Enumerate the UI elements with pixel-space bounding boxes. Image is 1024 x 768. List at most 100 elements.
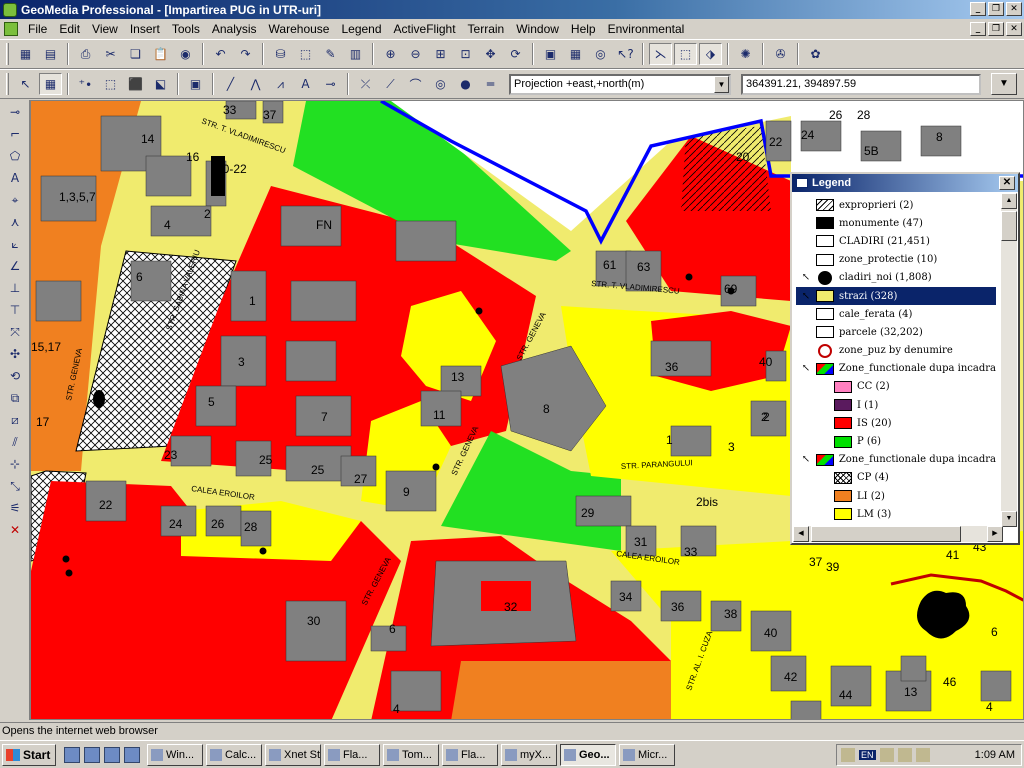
menu-legend[interactable]: Legend [335, 22, 387, 36]
toolbar-button[interactable]: ⧄ [3, 410, 27, 430]
toolbar-button[interactable]: ⤧ [3, 322, 27, 342]
legend-entry[interactable]: I (1) [796, 396, 996, 414]
toolbar-button[interactable]: ⊥ [3, 278, 27, 298]
cut-button[interactable]: ✂ [99, 43, 122, 65]
doc-close-button[interactable]: ✕ [1006, 22, 1022, 36]
geomedia-app-icon[interactable] [3, 2, 17, 17]
undo-button[interactable]: ↶ [209, 43, 232, 65]
toolbar-button[interactable]: ⌒ [404, 73, 427, 95]
toolbar-button[interactable]: ⊹ [3, 454, 27, 474]
menu-insert[interactable]: Insert [124, 22, 166, 36]
toolbar-button[interactable]: A [294, 73, 317, 95]
toolbar-button[interactable]: ⤡ [3, 476, 27, 496]
legend-entry[interactable]: zone_puz by denumire [796, 342, 996, 360]
legend-entry[interactable]: ↖ strazi (328) [796, 286, 996, 306]
quicklaunch-desktop-icon[interactable] [64, 746, 80, 763]
taskbar-task-button[interactable]: Calc... [206, 743, 262, 766]
legend-entry[interactable]: CLADIRI (21,451) [796, 232, 996, 250]
legend-entry[interactable]: ↖ cladiri_noi (1,808) [796, 269, 996, 287]
toolbar-button[interactable]: ✣ [3, 344, 27, 364]
scroll-thumb[interactable] [1001, 211, 1017, 241]
toolbar-button[interactable]: ⬚ [674, 43, 697, 65]
tray-app-icon[interactable] [915, 748, 930, 762]
zoom-area-button[interactable]: ⊞ [429, 43, 452, 65]
pan-button[interactable]: ✥ [479, 43, 502, 65]
legend-entry[interactable]: CC (2) [796, 378, 996, 396]
taskbar-task-button[interactable]: Xnet St... [265, 743, 321, 766]
speaker-icon[interactable] [841, 748, 855, 762]
tray-app-icon[interactable] [879, 748, 894, 762]
legend-entry[interactable]: P (6) [796, 432, 996, 450]
zone-li-bottom[interactable] [451, 661, 671, 720]
legend-horizontal-scrollbar[interactable]: ◀ ▶ [793, 526, 1003, 542]
toolbar-button[interactable]: ⋀ [244, 73, 267, 95]
taskbar-task-button[interactable]: Tom... [383, 743, 439, 766]
select-pointer-button[interactable]: ↖ [14, 73, 37, 95]
legend-entry[interactable]: exproprieri (2) [796, 196, 996, 214]
zoom-in-button[interactable]: ⊕ [379, 43, 402, 65]
scroll-right-button[interactable]: ▶ [987, 526, 1003, 542]
toolbar-button[interactable]: ⧉ [3, 388, 27, 408]
scroll-thumb[interactable] [811, 526, 961, 542]
legend-title-bar[interactable]: Legend [792, 174, 1018, 192]
toolbar-button[interactable]: ⟋ [379, 73, 402, 95]
document-icon[interactable] [4, 22, 18, 36]
redo-button[interactable]: ↷ [234, 43, 257, 65]
scroll-down-button[interactable]: ▼ [1001, 511, 1017, 527]
toolbar-button[interactable]: ● [454, 73, 477, 95]
language-indicator[interactable]: EN [859, 750, 876, 760]
attributes-button[interactable]: ▦ [564, 43, 587, 65]
toolbar-button[interactable]: ⩘ [269, 73, 292, 95]
taskbar-task-button[interactable]: Fla... [442, 743, 498, 766]
toolbar-button[interactable]: ✎ [319, 43, 342, 65]
toolbar-button[interactable]: ▦ [14, 43, 37, 65]
zone-exproprieri[interactable] [681, 126, 771, 211]
toolbar-button[interactable]: ⬚ [294, 43, 317, 65]
menu-activeflight[interactable]: ActiveFlight [388, 22, 462, 36]
whats-this-button[interactable]: ↖? [614, 43, 637, 65]
toolbar-button[interactable]: ◎ [429, 73, 452, 95]
menu-analysis[interactable]: Analysis [206, 22, 263, 36]
toolbar-button[interactable]: ⟲ [3, 366, 27, 386]
legend-entry[interactable]: LM (3) [796, 505, 996, 523]
legend-vertical-scrollbar[interactable]: ▲ ▼ [1001, 193, 1017, 527]
toolbar-button[interactable]: ✿ [804, 43, 827, 65]
close-button[interactable]: ✕ [1006, 2, 1022, 16]
quicklaunch-browser-icon[interactable] [84, 746, 100, 763]
toolbar-button[interactable]: ╱ [219, 73, 242, 95]
properties-button[interactable]: ▣ [539, 43, 562, 65]
quicklaunch-media-icon[interactable] [124, 746, 140, 763]
restore-button[interactable]: ❐ [988, 2, 1004, 16]
toolbar-button[interactable]: ⚟ [3, 498, 27, 518]
title-bar[interactable]: GeoMedia Professional - [Impartirea PUG … [0, 0, 1024, 19]
toolbar-button[interactable]: ⬚ [99, 73, 122, 95]
taskbar-task-button[interactable]: Micr... [619, 743, 675, 766]
toolbar-button[interactable]: ⬗ [699, 43, 722, 65]
toolbar-button[interactable]: ⫽ [3, 432, 27, 452]
toolbar-button[interactable]: ⬛ [124, 73, 147, 95]
coordinate-dropdown-button[interactable]: ▼ [991, 73, 1017, 95]
menu-warehouse[interactable]: Warehouse [263, 22, 336, 36]
legend-close-button[interactable]: ✕ [999, 176, 1015, 190]
copy-button[interactable]: ❏ [124, 43, 147, 65]
doc-restore-button[interactable]: ❐ [988, 22, 1004, 36]
legend-entry[interactable]: monumente (47) [796, 214, 996, 232]
toolbar-button[interactable]: ⌐ [3, 124, 27, 144]
menu-tools[interactable]: Tools [166, 22, 206, 36]
toolbar-button[interactable]: ⤫ [354, 73, 377, 95]
scroll-left-button[interactable]: ◀ [793, 526, 809, 542]
doc-minimize-button[interactable]: _ [970, 22, 986, 36]
taskbar-task-button[interactable]: Win... [147, 743, 203, 766]
menu-help[interactable]: Help [565, 22, 602, 36]
toolbar-button[interactable]: ⊸ [3, 102, 27, 122]
minimize-button[interactable]: _ [970, 2, 986, 16]
delete-button[interactable]: ✕ [3, 520, 27, 540]
tray-app-icon[interactable] [897, 748, 912, 762]
menu-environmental[interactable]: Environmental [602, 22, 691, 36]
zoom-out-button[interactable]: ⊖ [404, 43, 427, 65]
web-browser-button[interactable]: ◎ [589, 43, 612, 65]
menu-terrain[interactable]: Terrain [462, 22, 511, 36]
legend-entry[interactable]: cale_ferata (4) [796, 305, 996, 323]
toolbar-button[interactable]: ⌖ [3, 190, 27, 210]
toolbar-button[interactable]: ✺ [734, 43, 757, 65]
